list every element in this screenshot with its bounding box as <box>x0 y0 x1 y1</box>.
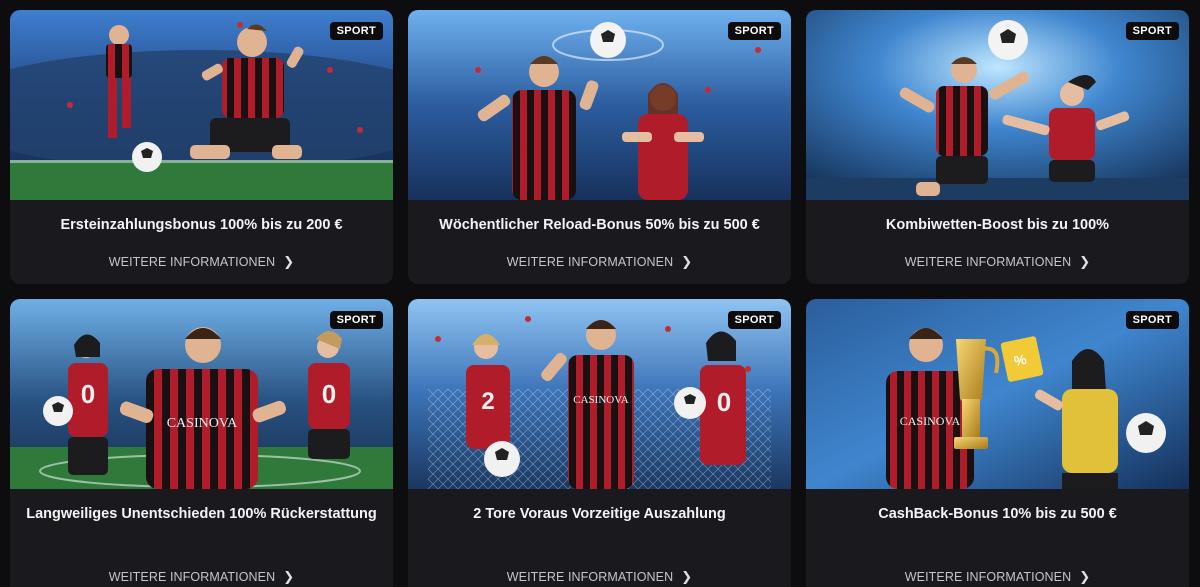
chevron-right-icon: ❯ <box>283 569 295 584</box>
more-info-label: WEITERE INFORMATIONEN <box>506 255 674 269</box>
svg-text:0: 0 <box>717 387 731 417</box>
promo-banner-image[interactable]: SPORT <box>408 10 791 200</box>
sport-badge: SPORT <box>329 22 383 40</box>
chevron-right-icon: ❯ <box>1079 569 1091 584</box>
svg-text:0: 0 <box>81 379 95 409</box>
more-info-label: WEITERE INFORMATIONEN <box>904 570 1072 584</box>
promo-title: Wöchentlicher Reload-Bonus 50% bis zu 50… <box>439 217 760 233</box>
promo-title: Langweiliges Unentschieden 100% Rückerst… <box>26 506 377 522</box>
more-info-label: WEITERE INFORMATIONEN <box>506 570 674 584</box>
promo-banner-image[interactable]: 0 CASINOVA 0 SPORT <box>10 299 393 489</box>
jersey-logo-text: CASINOVA <box>573 394 628 406</box>
promo-card[interactable]: 0 CASINOVA 0 SPORT Langweiliges Unentsch… <box>10 299 393 587</box>
promo-banner-image[interactable]: CASINOVA % SPORT <box>806 299 1189 489</box>
sport-badge: SPORT <box>1125 22 1179 40</box>
chevron-right-icon: ❯ <box>1079 254 1091 269</box>
more-info-link[interactable]: WEITERE INFORMATIONEN ❯ <box>10 254 393 270</box>
sport-badge: SPORT <box>329 311 383 329</box>
chevron-right-icon: ❯ <box>283 254 295 269</box>
promo-banner-image[interactable]: SPORT <box>806 10 1189 200</box>
promo-banner-image[interactable]: 2 CASINOVA 0 SPORT <box>408 299 791 489</box>
promo-title: 2 Tore Voraus Vorzeitige Auszahlung <box>473 506 726 522</box>
promo-banner-image[interactable]: SPORT <box>10 10 393 200</box>
promo-card[interactable]: 2 CASINOVA 0 SPORT 2 Tore Voraus Vorzeit… <box>408 299 791 587</box>
more-info-link[interactable]: WEITERE INFORMATIONEN ❯ <box>806 569 1189 585</box>
svg-text:0: 0 <box>322 379 336 409</box>
promo-title: CashBack-Bonus 10% bis zu 500 € <box>878 506 1117 522</box>
sport-badge: SPORT <box>727 311 781 329</box>
promotions-grid: SPORT Ersteinzahlungsbonus 100% bis zu 2… <box>10 10 1190 587</box>
promo-card[interactable]: CASINOVA % SPORT CashBack-Bonus 10% bis … <box>806 299 1189 587</box>
jersey-logo-text: CASINOVA <box>900 414 961 428</box>
promo-title: Kombiwetten-Boost bis zu 100% <box>885 217 1110 233</box>
more-info-label: WEITERE INFORMATIONEN <box>108 570 276 584</box>
promo-card[interactable]: SPORT Kombiwetten-Boost bis zu 100% WEIT… <box>806 10 1189 284</box>
chevron-right-icon: ❯ <box>681 569 693 584</box>
more-info-link[interactable]: WEITERE INFORMATIONEN ❯ <box>806 254 1189 270</box>
more-info-link[interactable]: WEITERE INFORMATIONEN ❯ <box>10 569 393 585</box>
sport-badge: SPORT <box>1125 311 1179 329</box>
jersey-logo-text: CASINOVA <box>167 416 238 431</box>
svg-text:2: 2 <box>481 388 494 415</box>
more-info-link[interactable]: WEITERE INFORMATIONEN ❯ <box>408 569 791 585</box>
promo-card[interactable]: SPORT Ersteinzahlungsbonus 100% bis zu 2… <box>10 10 393 284</box>
more-info-link[interactable]: WEITERE INFORMATIONEN ❯ <box>408 254 791 270</box>
chevron-right-icon: ❯ <box>681 254 693 269</box>
sport-badge: SPORT <box>727 22 781 40</box>
promo-card[interactable]: SPORT Wöchentlicher Reload-Bonus 50% bis… <box>408 10 791 284</box>
more-info-label: WEITERE INFORMATIONEN <box>904 255 1072 269</box>
more-info-label: WEITERE INFORMATIONEN <box>108 255 276 269</box>
promo-title: Ersteinzahlungsbonus 100% bis zu 200 € <box>60 217 343 233</box>
